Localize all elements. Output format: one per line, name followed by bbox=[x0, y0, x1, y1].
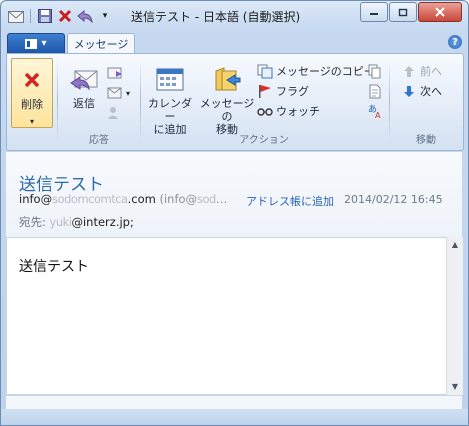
file-menu-button[interactable]: ▾ bbox=[7, 33, 65, 54]
forward-icon bbox=[107, 65, 123, 81]
chevron-down-icon: ▾ bbox=[126, 88, 131, 98]
add-to-calendar-button[interactable]: カレンダー に追加 bbox=[145, 64, 195, 136]
reply-envelope-icon bbox=[69, 64, 99, 94]
up-arrow-icon bbox=[401, 63, 417, 79]
group-actions-label: アクション bbox=[239, 135, 289, 146]
tab-message[interactable]: メッセージ bbox=[67, 33, 135, 54]
mail-window: ▾ 送信テスト - 日本語 (自動選択) ▾ メッセージ ? 削除 ▾ 返信 ▾… bbox=[0, 0, 469, 426]
delete-x-icon bbox=[17, 65, 47, 95]
ribbon: 削除 ▾ 返信 ▾ 応答 カレンダー に追加 メッセージの 移動 メッセージのコ… bbox=[6, 53, 464, 151]
save-icon[interactable] bbox=[36, 7, 54, 25]
more-envelope-icon bbox=[107, 85, 123, 101]
from-extra-prefix: (info@ bbox=[159, 192, 198, 206]
file-dropdown-icon: ▾ bbox=[41, 38, 47, 49]
customize-dropdown-icon[interactable]: ▾ bbox=[96, 7, 114, 25]
more-respond-button[interactable]: ▾ bbox=[107, 84, 130, 102]
calendar-icon bbox=[155, 64, 185, 94]
from-extra: (info@sod… bbox=[159, 192, 227, 206]
reply-icon[interactable] bbox=[76, 7, 94, 25]
group-separator bbox=[389, 60, 390, 144]
chevron-down-icon: ▾ bbox=[29, 117, 34, 126]
next-label: 次へ bbox=[420, 85, 442, 98]
from-prefix: info@ bbox=[19, 192, 53, 206]
move-message-button[interactable]: メッセージの 移動 bbox=[197, 64, 257, 136]
watch-label: ウォッチ bbox=[276, 105, 320, 118]
watch-button[interactable]: ウォッチ bbox=[257, 102, 320, 120]
minimize-button[interactable] bbox=[360, 2, 388, 22]
message-header: 送信テスト info@sodomcomtca.com (info@sod… アド… bbox=[6, 151, 462, 238]
encoding-button[interactable]: あA bbox=[367, 102, 383, 120]
status-bar bbox=[6, 395, 462, 410]
group-respond: 返信 ▾ 応答 bbox=[59, 56, 139, 148]
group-actions: カレンダー に追加 メッセージの 移動 メッセージのコピー フラグ ウォッチ あ… bbox=[141, 56, 387, 148]
delete-x-icon[interactable] bbox=[56, 7, 74, 25]
message-body-text: 送信テスト bbox=[19, 259, 89, 275]
to-redacted: yuki bbox=[49, 215, 72, 229]
group-delete: 削除 ▾ bbox=[7, 56, 55, 148]
glasses-icon bbox=[257, 103, 273, 119]
outlook-envelope-icon[interactable] bbox=[7, 7, 25, 25]
flag-button[interactable]: フラグ bbox=[257, 82, 309, 100]
previous-label: 前へ bbox=[420, 65, 442, 78]
from-extra-ellipsis: … bbox=[215, 192, 228, 206]
from-suffix: .com bbox=[127, 192, 156, 206]
previous-button[interactable]: 前へ bbox=[401, 62, 442, 80]
svg-text:A: A bbox=[375, 111, 381, 119]
reply-button[interactable]: 返信 bbox=[61, 64, 107, 110]
window-bottom-frame bbox=[1, 409, 468, 425]
document-icon bbox=[367, 83, 383, 99]
group-navigate-label: 移動 bbox=[416, 135, 436, 146]
close-button[interactable] bbox=[418, 2, 462, 22]
from-extra-redacted: sod bbox=[197, 192, 216, 206]
ribbon-tab-row: ▾ メッセージ ? bbox=[1, 31, 468, 54]
im-button[interactable] bbox=[107, 104, 123, 122]
vertical-scrollbar[interactable]: ▲ ▼ bbox=[446, 237, 463, 395]
title-bar: ▾ 送信テスト - 日本語 (自動選択) bbox=[1, 1, 468, 31]
window-controls bbox=[359, 2, 462, 22]
view-source-button[interactable] bbox=[367, 82, 383, 100]
window-title: 送信テスト - 日本語 (自動選択) bbox=[131, 10, 301, 24]
to-label: 宛先: bbox=[19, 215, 46, 229]
from-line: info@sodomcomtca.com (info@sod… bbox=[19, 192, 227, 206]
scroll-down-icon[interactable]: ▼ bbox=[450, 382, 460, 392]
delete-label: 削除 bbox=[21, 98, 43, 111]
group-separator bbox=[57, 60, 58, 144]
quick-access-toolbar: ▾ bbox=[7, 7, 114, 25]
add-to-addressbook-link[interactable]: アドレス帳に追加 bbox=[246, 193, 334, 209]
group-respond-label: 応答 bbox=[89, 135, 109, 146]
from-redacted: sodomcomtca bbox=[52, 192, 128, 206]
copy-message-icon bbox=[257, 63, 273, 79]
other-actions-button[interactable] bbox=[367, 62, 383, 80]
flag-label: フラグ bbox=[276, 85, 309, 98]
people-icon bbox=[107, 105, 123, 121]
to-address: @interz.jp; bbox=[71, 215, 134, 229]
forward-button[interactable] bbox=[107, 64, 123, 82]
toolbar-separator bbox=[30, 9, 31, 23]
scroll-up-icon[interactable]: ▲ bbox=[450, 240, 460, 250]
copy-pages-icon bbox=[367, 63, 383, 79]
down-arrow-icon bbox=[401, 83, 417, 99]
flag-icon bbox=[257, 83, 273, 99]
next-button[interactable]: 次へ bbox=[401, 82, 442, 100]
group-navigate: 前へ 次へ 移動 bbox=[391, 56, 461, 148]
encoding-icon: あA bbox=[367, 103, 383, 119]
delete-button[interactable]: 削除 ▾ bbox=[11, 58, 53, 128]
message-body[interactable]: 送信テスト bbox=[6, 237, 448, 395]
to-line: 宛先: yuki@interz.jp; bbox=[19, 214, 134, 230]
message-date: 2014/02/12 16:45 bbox=[344, 193, 443, 206]
move-folder-icon bbox=[212, 64, 242, 94]
help-icon[interactable]: ? bbox=[448, 35, 462, 49]
copy-message-label: メッセージのコピー bbox=[276, 65, 375, 78]
reply-label: 返信 bbox=[73, 97, 95, 110]
copy-message-button[interactable]: メッセージのコピー bbox=[257, 62, 375, 80]
restore-button[interactable] bbox=[389, 2, 417, 22]
